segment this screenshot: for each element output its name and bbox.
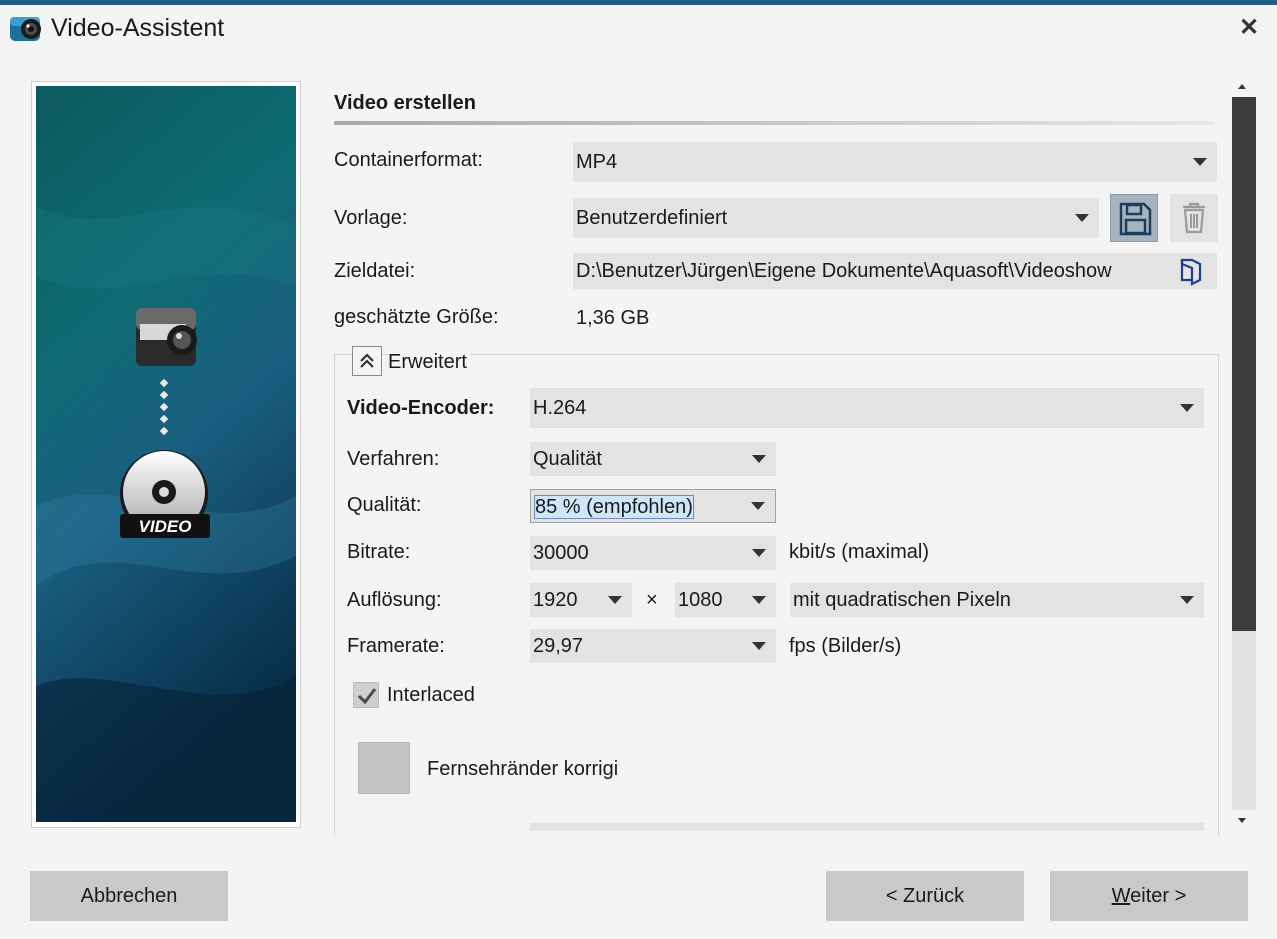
- floppy-disk-icon: [1119, 202, 1152, 236]
- window-top-accent: [0, 0, 1277, 5]
- video-encoder-dropdown[interactable]: H.264: [530, 388, 1204, 428]
- resolution-height-value: 1080: [678, 589, 723, 611]
- next-button-mnemonic: W: [1111, 885, 1131, 907]
- next-button[interactable]: Weiter >: [1050, 871, 1248, 921]
- resolution-width-dropdown[interactable]: 1920: [530, 583, 632, 617]
- template-label: Vorlage:: [334, 207, 408, 229]
- chevron-down-icon: [752, 596, 766, 604]
- checkmark-icon: [357, 688, 377, 705]
- pixel-aspect-dropdown[interactable]: mit quadratischen Pixeln: [790, 583, 1204, 617]
- chevron-down-icon: [1180, 404, 1194, 412]
- folder-browse-icon: [1180, 258, 1202, 286]
- container-format-value: MP4: [576, 151, 618, 173]
- window-title: Video-Assistent: [51, 14, 225, 42]
- quality-value: 85 % (empfohlen): [534, 495, 694, 519]
- video-encoder-label: Video-Encoder:: [347, 397, 495, 419]
- chevron-down-icon: [752, 642, 766, 650]
- quality-label: Qualität:: [347, 494, 422, 516]
- chevron-down-icon: [1193, 158, 1207, 166]
- bitrate-label: Bitrate:: [347, 541, 411, 563]
- bitrate-unit: kbit/s (maximal): [789, 541, 930, 563]
- video-encoder-value: H.264: [533, 397, 587, 419]
- section-title: Video erstellen: [334, 92, 476, 114]
- video-badge-text: VIDEO: [139, 517, 192, 536]
- camera-icon: [136, 308, 197, 366]
- double-chevron-up-icon: [360, 353, 374, 368]
- chevron-down-icon: [1075, 214, 1089, 222]
- estimated-size-label: geschätzte Größe:: [334, 306, 499, 328]
- bitrate-value: 30000: [533, 542, 589, 564]
- interlaced-checkbox[interactable]: [353, 682, 379, 708]
- trash-icon: [1183, 202, 1205, 234]
- preview-image: VIDEO: [36, 86, 296, 822]
- bitrate-dropdown[interactable]: 30000: [530, 536, 776, 570]
- scroll-up-arrow-icon[interactable]: [1238, 84, 1246, 89]
- back-button[interactable]: < Zurück: [826, 871, 1024, 921]
- template-value: Benutzerdefiniert: [576, 207, 728, 229]
- method-value: Qualität: [533, 448, 602, 470]
- target-file-label: Zieldatei:: [334, 260, 416, 282]
- chevron-down-icon: [752, 455, 766, 463]
- resolution-times-sign: ×: [646, 589, 658, 611]
- quality-dropdown[interactable]: 85 % (empfohlen): [530, 489, 776, 523]
- scroll-down-arrow-icon[interactable]: [1238, 818, 1246, 823]
- resolution-width-value: 1920: [533, 589, 578, 611]
- framerate-label: Framerate:: [347, 635, 445, 657]
- framerate-dropdown[interactable]: 29,97: [530, 629, 776, 663]
- advanced-toggle-label: Erweitert: [388, 351, 471, 374]
- method-dropdown[interactable]: Qualität: [530, 442, 776, 476]
- delete-template-button[interactable]: [1170, 194, 1218, 242]
- template-dropdown[interactable]: Benutzerdefiniert: [573, 198, 1099, 238]
- scrollbar-thumb[interactable]: [1232, 97, 1256, 631]
- resolution-label: Auflösung:: [347, 589, 442, 611]
- framerate-value: 29,97: [533, 635, 584, 657]
- browse-file-button[interactable]: [1167, 253, 1217, 289]
- container-format-dropdown[interactable]: MP4: [573, 142, 1217, 182]
- estimated-size-value: 1,36 GB: [576, 307, 650, 329]
- container-format-label: Containerformat:: [334, 149, 483, 171]
- next-button-label: eiter >: [1130, 885, 1187, 907]
- target-file-input[interactable]: D:\Benutzer\Jürgen\Eigene Dokumente\Aqua…: [573, 253, 1167, 289]
- pixel-aspect-value: mit quadratischen Pixeln: [793, 589, 1011, 611]
- chevron-down-icon: [1180, 596, 1194, 604]
- camera-lens-icon: [9, 13, 43, 45]
- framerate-unit: fps (Bilder/s): [789, 635, 902, 657]
- chevron-down-icon: [751, 502, 765, 510]
- section-divider: [334, 121, 1214, 125]
- resolution-height-dropdown[interactable]: 1080: [675, 583, 776, 617]
- tv-border-label: Fernsehränder korrigi: [427, 758, 619, 780]
- target-file-value: D:\Benutzer\Jürgen\Eigene Dokumente\Aqua…: [576, 260, 1112, 282]
- cancel-button[interactable]: Abbrechen: [30, 871, 228, 921]
- collapse-advanced-button[interactable]: [352, 346, 382, 376]
- chevron-down-icon: [608, 596, 622, 604]
- interlaced-label: Interlaced: [387, 684, 475, 706]
- chevron-down-icon: [752, 549, 766, 557]
- save-template-button[interactable]: [1110, 194, 1158, 242]
- next-field-partial: [530, 823, 1204, 831]
- method-label: Verfahren:: [347, 448, 440, 470]
- tv-border-checkbox[interactable]: [358, 742, 410, 794]
- close-icon[interactable]: ✕: [1235, 14, 1263, 42]
